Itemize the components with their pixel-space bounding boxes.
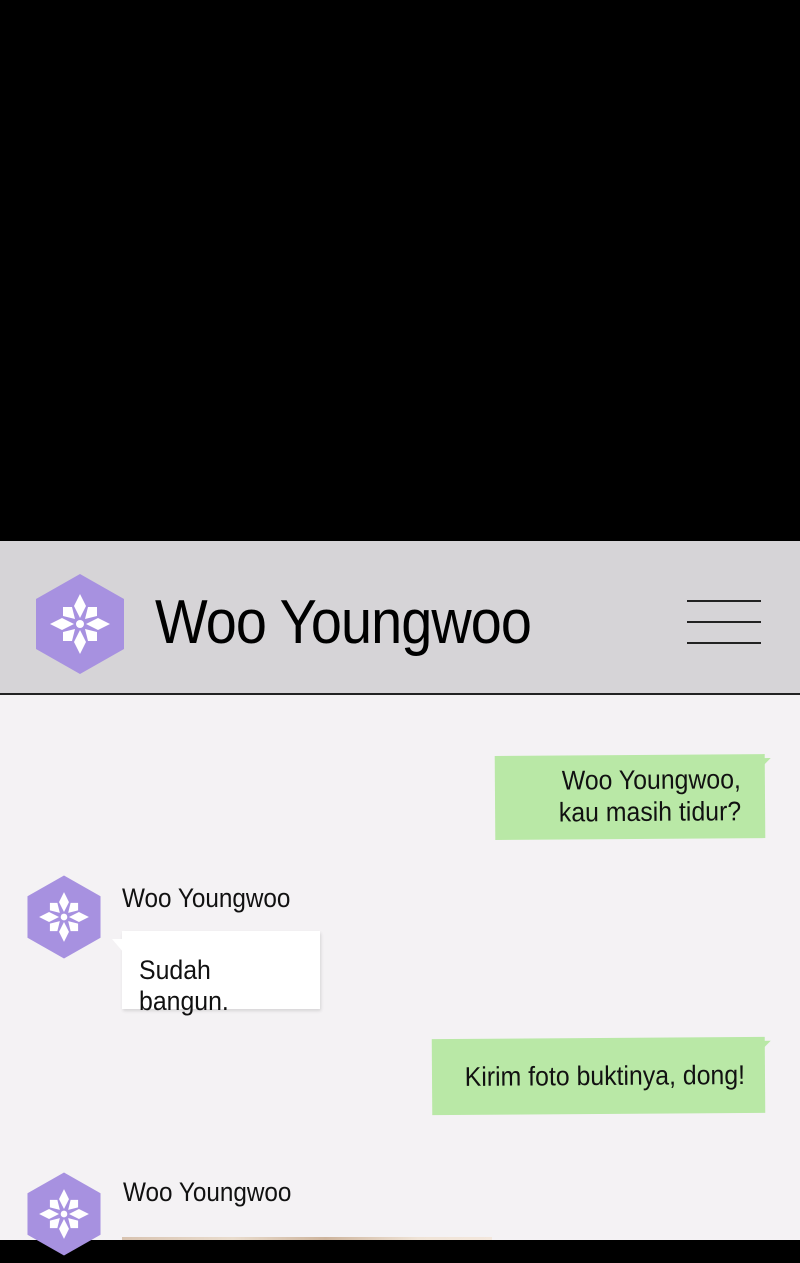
contact-avatar[interactable] — [33, 572, 127, 676]
outgoing-message-bubble[interactable]: Kirim foto buktinya, dong! — [431, 1036, 771, 1116]
sender-name: Woo Youngwoo — [122, 883, 291, 913]
sender-name: Woo Youngwoo — [123, 1177, 292, 1207]
sender-avatar[interactable] — [25, 873, 103, 961]
flower-hexagon-icon — [27, 875, 101, 959]
sender-avatar[interactable] — [25, 1170, 103, 1258]
message-text: Sudah bangun. — [139, 955, 229, 1016]
contact-name-title: Woo Youngwoo — [155, 588, 532, 657]
chat-message-list[interactable]: Woo Youngwoo, kau masih tidur? Woo Young… — [0, 695, 800, 1256]
outgoing-message-bubble[interactable]: Woo Youngwoo, kau masih tidur? — [494, 754, 771, 840]
menu-button[interactable] — [687, 600, 761, 646]
chat-header: Woo Youngwoo — [0, 541, 800, 695]
message-text: Kirim foto buktinya, dong! — [464, 1059, 746, 1092]
flower-hexagon-icon — [27, 1172, 101, 1256]
blank-top-area — [0, 0, 800, 541]
message-text: Woo Youngwoo, kau masih tidur? — [558, 764, 742, 828]
incoming-message-bubble[interactable]: Sudah bangun. — [112, 931, 320, 1016]
flower-hexagon-icon — [36, 574, 124, 674]
